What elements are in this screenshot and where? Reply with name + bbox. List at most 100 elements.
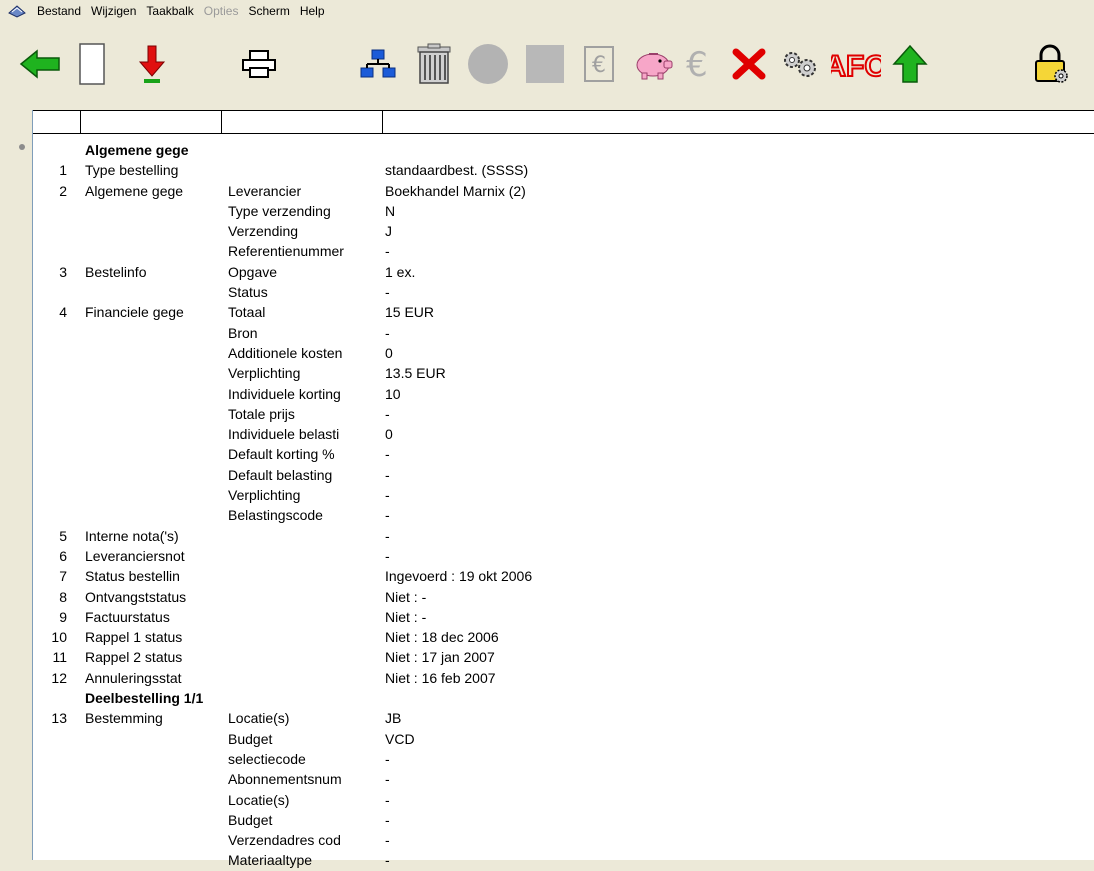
row-label: Algemene gege xyxy=(85,142,189,158)
row-label: Algemene gege xyxy=(85,182,184,199)
delete-x-icon xyxy=(732,48,766,80)
record-panel: Algemene gege 1 Type bestelling standaardbe… xyxy=(32,110,1094,868)
record-row[interactable]: Verplichting - xyxy=(33,485,1094,505)
record-row[interactable]: 11 Rappel 2 status Niet : 17 jan 2007 xyxy=(33,647,1094,667)
record-row[interactable]: Individuele belasti 0 xyxy=(33,424,1094,444)
row-field: Totale prijs xyxy=(228,405,295,422)
row-label: Deelbestelling 1/1 xyxy=(85,690,204,707)
record-row[interactable]: Totale prijs - xyxy=(33,404,1094,424)
row-field: Budget xyxy=(228,730,273,747)
row-field: Abonnementsnum xyxy=(228,771,342,788)
row-number: 12 xyxy=(51,669,67,686)
record-row[interactable]: Abonnementsnum - xyxy=(33,769,1094,789)
record-row[interactable]: Type verzending N xyxy=(33,201,1094,221)
column-header-cell[interactable] xyxy=(221,111,383,133)
record-row[interactable]: Budget - xyxy=(33,810,1094,830)
record-row[interactable]: Belastingscode - xyxy=(33,505,1094,525)
record-row[interactable]: Budget VCD xyxy=(33,729,1094,749)
record-row[interactable]: selectiecode - xyxy=(33,749,1094,769)
record-row[interactable]: Materiaaltype - xyxy=(33,850,1094,870)
section-header-row[interactable]: Deelbestelling 1/1 xyxy=(33,688,1094,708)
menu-help[interactable]: Help xyxy=(295,0,330,22)
record-row[interactable]: Referentienummer - xyxy=(33,241,1094,261)
row-value: - xyxy=(385,527,390,544)
afo-button[interactable]: AFO xyxy=(830,42,882,86)
record-row[interactable]: 8 Ontvangststatus Niet : - xyxy=(33,587,1094,607)
row-value: - xyxy=(385,487,390,504)
record-row[interactable]: 13 Bestemming Locatie(s) JB xyxy=(33,708,1094,728)
row-label: Ontvangststatus xyxy=(85,588,187,605)
menu-bestand[interactable]: Bestand xyxy=(32,0,86,22)
row-label: Interne nota('s) xyxy=(85,527,179,544)
column-header-cell[interactable] xyxy=(33,111,81,133)
row-number: 2 xyxy=(59,182,67,199)
row-label: Leveranciersnot xyxy=(85,547,185,564)
record-row[interactable]: Additionele kosten 0 xyxy=(33,343,1094,363)
record-row[interactable]: Default belasting - xyxy=(33,465,1094,485)
record-row[interactable]: 10 Rappel 1 status Niet : 18 dec 2006 xyxy=(33,627,1094,647)
record-row[interactable]: 2 Algemene gege Leverancier Boekhandel Marn… xyxy=(33,181,1094,201)
row-field: Opgave xyxy=(228,263,278,280)
record-row[interactable]: Verplichting 13.5 EUR xyxy=(33,363,1094,383)
menu-wijzigen[interactable]: Wijzigen xyxy=(86,0,141,22)
row-value: JB xyxy=(385,710,402,727)
record-row[interactable]: Default korting % - xyxy=(33,444,1094,464)
menu-scherm[interactable]: Scherm xyxy=(243,0,294,22)
trash-icon xyxy=(417,43,451,84)
lock-button[interactable] xyxy=(1028,42,1074,86)
record-row[interactable]: Locatie(s) - xyxy=(33,790,1094,810)
record-row[interactable]: Status - xyxy=(33,282,1094,302)
afo-label: AFO xyxy=(831,50,881,81)
row-value: - xyxy=(385,852,390,869)
record-row[interactable]: 1 Type bestelling standaardbest. (SSSS) xyxy=(33,160,1094,180)
row-value: Boekhandel Marnix (2) xyxy=(385,182,526,199)
gray-square-icon xyxy=(526,45,564,83)
up-button[interactable] xyxy=(888,42,932,86)
row-field: Locatie(s) xyxy=(228,791,290,808)
column-header-cell[interactable] xyxy=(80,111,222,133)
row-value: J xyxy=(385,223,392,240)
record-row[interactable]: 5 Interne nota('s) - xyxy=(33,526,1094,546)
hierarchy-button[interactable] xyxy=(358,42,398,86)
row-value: 0 xyxy=(385,426,393,443)
row-value: - xyxy=(385,284,390,301)
delete-trash-button[interactable] xyxy=(412,42,456,86)
back-button[interactable] xyxy=(18,42,62,86)
row-label: Financiele gege xyxy=(85,304,184,321)
record-row[interactable]: Verzending J xyxy=(33,221,1094,241)
row-field: Verplichting xyxy=(228,365,301,382)
row-value: - xyxy=(385,547,390,564)
record-row[interactable]: 6 Leveranciersnot - xyxy=(33,546,1094,566)
row-value: - xyxy=(385,466,390,483)
row-field: Verplichting xyxy=(228,487,301,504)
row-field: Individuele korting xyxy=(228,385,341,402)
new-button[interactable] xyxy=(78,42,106,86)
row-value: 1 ex. xyxy=(385,263,416,280)
app-icon xyxy=(8,5,26,18)
record-row[interactable]: 7 Status bestellin Ingevoerd : 19 okt 2006 xyxy=(33,566,1094,586)
row-field: Type verzending xyxy=(228,202,331,219)
record-rows: Algemene gege 1 Type bestelling standaardbe… xyxy=(33,140,1094,871)
cancel-button[interactable] xyxy=(728,42,770,86)
row-value: 15 EUR xyxy=(385,304,435,321)
record-row[interactable]: 9 Factuurstatus Niet : - xyxy=(33,607,1094,627)
row-field: Totaal xyxy=(228,304,266,321)
record-row[interactable]: Individuele korting 10 xyxy=(33,384,1094,404)
download-button[interactable] xyxy=(136,42,168,86)
row-value: - xyxy=(385,324,390,341)
row-value: - xyxy=(385,243,390,260)
print-button[interactable] xyxy=(240,42,278,86)
record-row[interactable]: 3 Bestelinfo Opgave 1 ex. xyxy=(33,262,1094,282)
row-number: 7 xyxy=(59,568,67,585)
menu-taakbalk[interactable]: Taakbalk xyxy=(141,0,198,22)
record-row[interactable]: 4 Financiele gege Totaal 15 EUR xyxy=(33,302,1094,322)
record-row[interactable]: Verzendadres cod - xyxy=(33,830,1094,850)
piggy-bank-button[interactable] xyxy=(630,42,676,86)
row-field: Verzendadres cod xyxy=(228,832,341,849)
lock-icon xyxy=(1035,44,1068,83)
settings-button[interactable] xyxy=(778,42,822,86)
row-number: 5 xyxy=(59,527,67,544)
record-row[interactable]: Bron - xyxy=(33,323,1094,343)
section-header-row[interactable]: Algemene gege xyxy=(33,140,1094,160)
record-row[interactable]: 12 Annuleringsstat Niet : 16 feb 2007 xyxy=(33,668,1094,688)
